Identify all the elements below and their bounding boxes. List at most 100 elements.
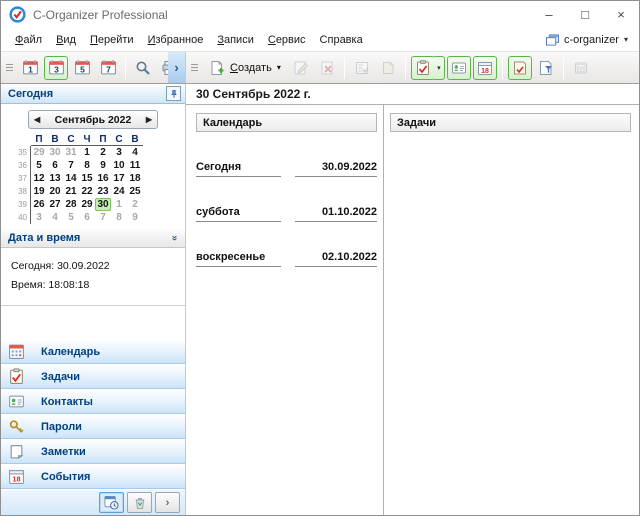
calendar-day-cell[interactable]: 5 (63, 211, 79, 224)
tasks-column: Задачи (384, 105, 639, 515)
delete-record-button[interactable] (315, 56, 339, 80)
calendar-day-cell[interactable]: 23 (95, 185, 111, 198)
edit-record-button[interactable] (289, 56, 313, 80)
show-contacts-toggle[interactable] (447, 56, 471, 80)
calendar-day-cell[interactable]: 1 (111, 198, 127, 211)
calendar-day-cell[interactable]: 30 (47, 146, 63, 159)
menu-view[interactable]: Вид (49, 31, 83, 49)
menu-help[interactable]: Справка (313, 31, 370, 49)
calendar-entry-row: суббота 01.10.2022 (196, 206, 377, 222)
phone-dialer-button[interactable] (569, 56, 593, 80)
calendar-day-cell[interactable]: 16 (95, 172, 111, 185)
menu-favorites[interactable]: Избранное (141, 31, 211, 49)
show-notes-toggle[interactable] (508, 56, 532, 80)
day-label[interactable]: суббота (196, 206, 281, 222)
recycle-bin-button[interactable] (127, 492, 152, 513)
calendar-day-cell[interactable]: 4 (47, 211, 63, 224)
month-year-label[interactable]: Сентябрь 2022 (40, 114, 146, 126)
sidebar-item-passwords[interactable]: Пароли (1, 414, 185, 439)
calendar-day-cell[interactable]: 15 (79, 172, 95, 185)
calendar-day-cell[interactable]: 25 (127, 185, 143, 198)
calendar-day-cell[interactable]: 21 (63, 185, 79, 198)
sidebar-item-notes[interactable]: Заметки (1, 439, 185, 464)
sidebar-item-contacts[interactable]: Контакты (1, 389, 185, 414)
calendar-day-cell[interactable]: 29 (79, 198, 95, 211)
calendar-day-cell[interactable]: 3 (31, 211, 47, 224)
sidebar-more-button[interactable]: › (155, 492, 180, 513)
calendar-day-cell[interactable]: 6 (79, 211, 95, 224)
calendar-day-cell[interactable]: 8 (111, 211, 127, 224)
collapse-button[interactable]: » (166, 230, 181, 245)
next-month-button[interactable]: ▶ (146, 115, 152, 124)
calendar-day-cell[interactable]: 17 (111, 172, 127, 185)
calendar-day-cell[interactable]: 9 (127, 211, 143, 224)
calendar-day-cell[interactable]: 5 (31, 159, 47, 172)
calendar-day-cell[interactable]: 8 (79, 159, 95, 172)
menu-file[interactable]: Файл (8, 31, 49, 49)
sidebar: Сегодня ◀ Сентябрь 2022 ▶ ПВСЧПСВ3529303… (1, 84, 186, 515)
toolbar-separator (405, 57, 406, 79)
day-date-value[interactable]: 02.10.2022 (295, 251, 377, 267)
calendar-day-cell[interactable]: 28 (63, 198, 79, 211)
calendar-today-cell[interactable]: 30 (95, 198, 111, 211)
minimize-button[interactable]: – (531, 1, 567, 28)
calendar-day-cell[interactable]: 6 (47, 159, 63, 172)
show-tasks-toggle[interactable] (411, 56, 435, 80)
day-view-3-button[interactable]: 3 (44, 56, 68, 80)
calendar-day-cell[interactable]: 2 (95, 146, 111, 159)
day-date-value[interactable]: 01.10.2022 (295, 206, 377, 222)
toolbar-grip-icon[interactable] (6, 60, 13, 76)
calendar-day-cell[interactable]: 31 (63, 146, 79, 159)
checklist-button[interactable] (350, 56, 374, 80)
toolbar-grip-icon[interactable] (191, 60, 198, 76)
calendar-day-cell[interactable]: 7 (63, 159, 79, 172)
day-view-7-button[interactable]: 7 (96, 56, 120, 80)
day-view-5-button[interactable]: 5 (70, 56, 94, 80)
toolbar-more-button[interactable]: › (168, 52, 185, 83)
filter-button[interactable] (534, 56, 558, 80)
tasks-panel-header: Задачи (390, 113, 631, 132)
calendar-day-cell[interactable]: 10 (111, 159, 127, 172)
maximize-button[interactable]: □ (567, 1, 603, 28)
day-date-value[interactable]: 30.09.2022 (295, 161, 377, 177)
menu-records[interactable]: Записи (210, 31, 261, 49)
attach-note-button[interactable] (376, 56, 400, 80)
day-label[interactable]: Сегодня (196, 161, 281, 177)
day-view-1-button[interactable]: 1 (18, 56, 42, 80)
calendar-day-cell[interactable]: 13 (47, 172, 63, 185)
calendar-day-cell[interactable]: 2 (127, 198, 143, 211)
calendar-day-cell[interactable]: 29 (31, 146, 47, 159)
tasks-toggle-dropdown[interactable]: ▾ (434, 56, 445, 80)
menu-go[interactable]: Перейти (83, 31, 141, 49)
pin-button[interactable] (166, 86, 181, 101)
menu-service[interactable]: Сервис (261, 31, 313, 49)
calendar-day-cell[interactable]: 20 (47, 185, 63, 198)
calendar-day-cell[interactable]: 12 (31, 172, 47, 185)
calendar-day-cell[interactable]: 18 (127, 172, 143, 185)
sidebar-item-events[interactable]: 18 События (1, 464, 185, 489)
show-events-toggle[interactable]: 18 (473, 56, 497, 80)
calendar-day-cell[interactable]: 4 (127, 146, 143, 159)
database-selector[interactable]: c-organizer ▾ (542, 32, 632, 48)
calendar-day-cell[interactable]: 24 (111, 185, 127, 198)
calendar-day-cell[interactable]: 19 (31, 185, 47, 198)
day-label[interactable]: воскресенье (196, 251, 281, 267)
sidebar-item-calendar[interactable]: Календарь (1, 339, 185, 364)
calendar-day-cell[interactable]: 9 (95, 159, 111, 172)
datetime-panel-toggle-button[interactable] (99, 492, 124, 513)
create-button[interactable]: Создать ▾ (203, 56, 287, 80)
calendar-day-cell[interactable]: 14 (63, 172, 79, 185)
today-panel-title: Сегодня (8, 88, 53, 100)
calendar-day-cell[interactable]: 27 (47, 198, 63, 211)
calendar-day-cell[interactable]: 3 (111, 146, 127, 159)
sidebar-item-label: Контакты (41, 396, 93, 408)
calendar-day-cell[interactable]: 26 (31, 198, 47, 211)
search-button[interactable] (131, 56, 155, 80)
sidebar-item-tasks[interactable]: Задачи (1, 364, 185, 389)
chevron-down-icon: ▾ (277, 63, 281, 72)
calendar-day-cell[interactable]: 7 (95, 211, 111, 224)
calendar-day-cell[interactable]: 1 (79, 146, 95, 159)
calendar-day-cell[interactable]: 11 (127, 159, 143, 172)
calendar-day-cell[interactable]: 22 (79, 185, 95, 198)
close-button[interactable]: × (603, 1, 639, 28)
